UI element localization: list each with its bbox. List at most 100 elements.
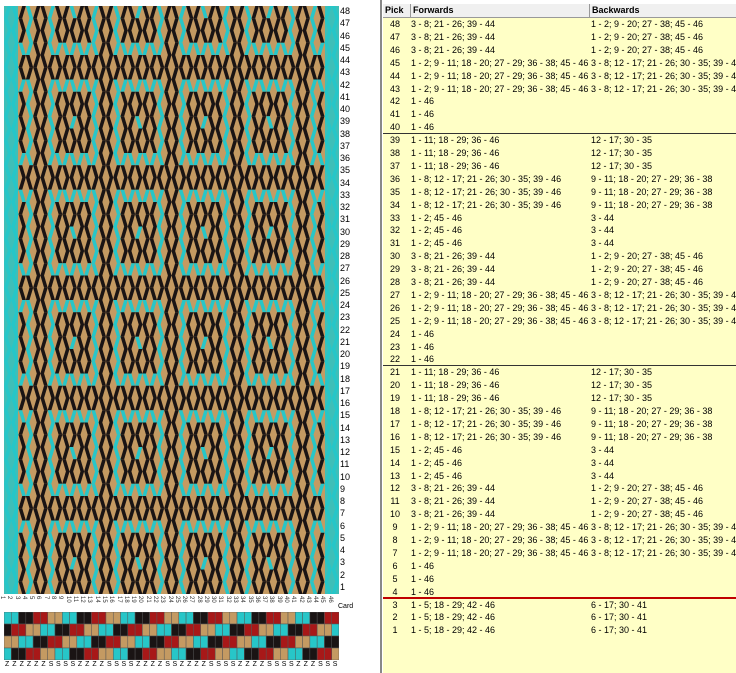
table-row[interactable]: 13 1 - 2; 45 - 46 3 - 44 xyxy=(383,470,736,483)
backwards-cell: 3 - 44 xyxy=(591,444,615,455)
pick-cell: 19 xyxy=(389,393,400,404)
threading-cell xyxy=(4,635,12,649)
pick-number: 5 xyxy=(340,532,346,543)
backwards-cell: 1 - 2; 9 - 20; 27 - 38; 45 - 46 xyxy=(591,31,704,42)
table-row[interactable]: 26 1 - 2; 9 - 11; 18 - 20; 27 - 29; 36 - … xyxy=(383,302,736,315)
table-row[interactable]: 29 3 - 8; 21 - 26; 39 - 44 1 - 2; 9 - 20; … xyxy=(383,263,736,276)
table-row[interactable]: 47 3 - 8; 21 - 26; 39 - 44 1 - 2; 9 - 20; … xyxy=(383,31,736,44)
table-row[interactable]: 33 1 - 2; 45 - 46 3 - 44 xyxy=(383,212,736,225)
threading-cell xyxy=(142,612,150,625)
table-row[interactable]: 42 1 - 46 xyxy=(383,95,736,108)
table-row[interactable]: 27 1 - 2; 9 - 11; 18 - 20; 27 - 29; 36 - … xyxy=(383,289,736,302)
table-row[interactable]: 21 1 - 11; 18 - 29; 36 - 46 12 - 17; 30 - … xyxy=(383,366,736,379)
threading-direction: Z xyxy=(201,661,206,668)
table-row[interactable]: 34 1 - 8; 12 - 17; 21 - 26; 30 - 35; 39 -… xyxy=(383,199,736,212)
table-row[interactable]: 19 1 - 11; 18 - 29; 36 - 46 12 - 17; 30 - … xyxy=(383,392,736,405)
table-row[interactable]: 17 1 - 8; 12 - 17; 21 - 26; 30 - 35; 39 -… xyxy=(383,418,736,431)
table-row[interactable]: 23 1 - 46 xyxy=(383,341,736,354)
table-row[interactable]: 41 1 - 46 xyxy=(383,108,736,121)
table-row[interactable]: 37 1 - 11; 18 - 29; 36 - 46 12 - 17; 30 - … xyxy=(383,160,736,173)
table-row[interactable]: 2 1 - 5; 18 - 29; 42 - 46 6 - 17; 30 - 41 xyxy=(383,611,736,624)
table-row[interactable]: 10 3 - 8; 21 - 26; 39 - 44 1 - 2; 9 - 20; … xyxy=(383,508,736,521)
backwards-cell: 9 - 11; 18 - 20; 27 - 29; 36 - 38 xyxy=(591,186,713,197)
backwards-cell: 3 - 44 xyxy=(591,238,615,249)
table-row[interactable]: 38 1 - 11; 18 - 29; 36 - 46 12 - 17; 30 - … xyxy=(383,147,736,160)
pick-number: 22 xyxy=(340,324,351,335)
threading-cell xyxy=(178,612,187,625)
table-row[interactable]: 11 3 - 8; 21 - 26; 39 - 44 1 - 2; 9 - 20; … xyxy=(383,495,736,508)
pick-number: 37 xyxy=(340,140,351,151)
table-row[interactable]: 14 1 - 2; 45 - 46 3 - 44 xyxy=(383,457,736,470)
table-row[interactable]: 35 1 - 8; 12 - 17; 21 - 26; 30 - 35; 39 -… xyxy=(383,186,736,199)
pattern-preview-pane: 48 47 46 45 44 43 42 41 40 39 38 37 36 35 34 33 32 31 30 29… xyxy=(0,0,360,673)
header-pick[interactable]: Pick xyxy=(385,5,404,15)
card-number: 22 xyxy=(151,596,158,603)
card-number: 26 xyxy=(181,596,188,603)
pick-cell: 14 xyxy=(389,457,400,468)
table-row[interactable]: 32 1 - 2; 45 - 46 3 - 44 xyxy=(383,224,736,237)
table-row[interactable]: 43 1 - 2; 9 - 11; 18 - 20; 27 - 29; 36 - … xyxy=(383,83,736,96)
threading-cell xyxy=(200,623,209,637)
table-row[interactable]: 28 3 - 8; 21 - 26; 39 - 44 1 - 2; 9 - 20; … xyxy=(383,276,736,289)
threading-cell xyxy=(222,612,231,625)
table-row[interactable]: 12 3 - 8; 21 - 26; 39 - 44 1 - 2; 9 - 20; … xyxy=(383,482,736,495)
table-row[interactable]: 18 1 - 8; 12 - 17; 21 - 26; 30 - 35; 39 -… xyxy=(383,405,736,418)
card-number: 44 xyxy=(312,596,319,603)
header-backwards[interactable]: Backwards xyxy=(592,5,640,15)
pane-divider[interactable] xyxy=(380,0,382,673)
forwards-cell: 1 - 8; 12 - 17; 21 - 26; 30 - 35; 39 - 4… xyxy=(411,199,562,210)
pick-cell: 24 xyxy=(389,328,400,339)
threading-cell xyxy=(316,612,325,625)
table-row[interactable]: 24 1 - 46 xyxy=(383,328,736,341)
table-row[interactable]: 46 3 - 8; 21 - 26; 39 - 44 1 - 2; 9 - 20; … xyxy=(383,44,736,57)
pick-cell: 15 xyxy=(389,444,400,455)
threading-cell xyxy=(302,635,311,649)
table-row[interactable]: 45 1 - 2; 9 - 11; 18 - 20; 27 - 29; 36 - … xyxy=(383,57,736,70)
table-row[interactable]: 16 1 - 8; 12 - 17; 21 - 26; 30 - 35; 39 -… xyxy=(383,431,736,444)
table-row[interactable]: 48 3 - 8; 21 - 26; 39 - 44 1 - 2; 9 - 20; … xyxy=(383,18,736,31)
table-row[interactable]: 1 1 - 5; 18 - 29; 42 - 46 6 - 17; 30 - 41 xyxy=(383,624,736,637)
threading-cell xyxy=(258,647,267,660)
card-number: 35 xyxy=(246,596,253,603)
backwards-cell: 12 - 17; 30 - 35 xyxy=(591,367,653,378)
threading-direction: S xyxy=(216,661,221,668)
table-row[interactable]: 9 1 - 2; 9 - 11; 18 - 20; 27 - 29; 36 - 3… xyxy=(383,521,736,534)
forwards-cell: 1 - 8; 12 - 17; 21 - 26; 30 - 35; 39 - 4… xyxy=(411,186,562,197)
card-number: 31 xyxy=(217,596,224,603)
forwards-cell: 1 - 11; 18 - 29; 36 - 46 xyxy=(411,160,500,171)
threading-cell xyxy=(185,623,194,637)
threading-cell xyxy=(222,623,231,637)
table-row[interactable]: 3 1 - 5; 18 - 29; 42 - 46 6 - 17; 30 - 41 xyxy=(383,599,736,612)
header-forwards[interactable]: Forwards xyxy=(413,5,454,15)
start-marker-line[interactable] xyxy=(383,596,736,599)
threading-cell xyxy=(62,612,70,625)
pick-number: 27 xyxy=(340,263,351,274)
table-row[interactable]: 20 1 - 11; 18 - 29; 36 - 46 12 - 17; 30 - … xyxy=(383,379,736,392)
table-row[interactable]: 7 1 - 2; 9 - 11; 18 - 20; 27 - 29; 36 - 3… xyxy=(383,547,736,560)
threading-cell xyxy=(98,623,107,637)
pick-number: 18 xyxy=(340,373,351,384)
threading-direction: Z xyxy=(296,661,301,668)
table-row[interactable]: 31 1 - 2; 45 - 46 3 - 44 xyxy=(383,237,736,250)
threading-cell xyxy=(142,623,150,637)
table-row[interactable]: 25 1 - 2; 9 - 11; 18 - 20; 27 - 29; 36 - … xyxy=(383,315,736,328)
pick-cell: 5 xyxy=(392,573,398,584)
threading-cell xyxy=(54,635,63,649)
threading-cell xyxy=(120,623,129,637)
table-row[interactable]: 6 1 - 46 xyxy=(383,560,736,573)
threading-chart[interactable] xyxy=(4,612,339,660)
column-separator[interactable] xyxy=(410,4,411,17)
pick-number: 46 xyxy=(340,30,351,41)
column-separator[interactable] xyxy=(589,4,590,17)
pick-cell: 22 xyxy=(389,354,400,365)
table-row[interactable]: 44 1 - 2; 9 - 11; 18 - 20; 27 - 29; 36 - … xyxy=(383,70,736,83)
threading-direction: Z xyxy=(252,661,257,668)
forwards-cell: 1 - 46 xyxy=(411,122,435,133)
table-row[interactable]: 39 1 - 11; 18 - 29; 36 - 46 12 - 17; 30 - … xyxy=(383,134,736,147)
table-row[interactable]: 30 3 - 8; 21 - 26; 39 - 44 1 - 2; 9 - 20; … xyxy=(383,250,736,263)
table-row[interactable]: 8 1 - 2; 9 - 11; 18 - 20; 27 - 29; 36 - 3… xyxy=(383,534,736,547)
table-row[interactable]: 36 1 - 8; 12 - 17; 21 - 26; 30 - 35; 39 -… xyxy=(383,173,736,186)
threading-cell xyxy=(156,635,165,649)
table-row[interactable]: 15 1 - 2; 45 - 46 3 - 44 xyxy=(383,444,736,457)
table-row[interactable]: 5 1 - 46 xyxy=(383,573,736,586)
